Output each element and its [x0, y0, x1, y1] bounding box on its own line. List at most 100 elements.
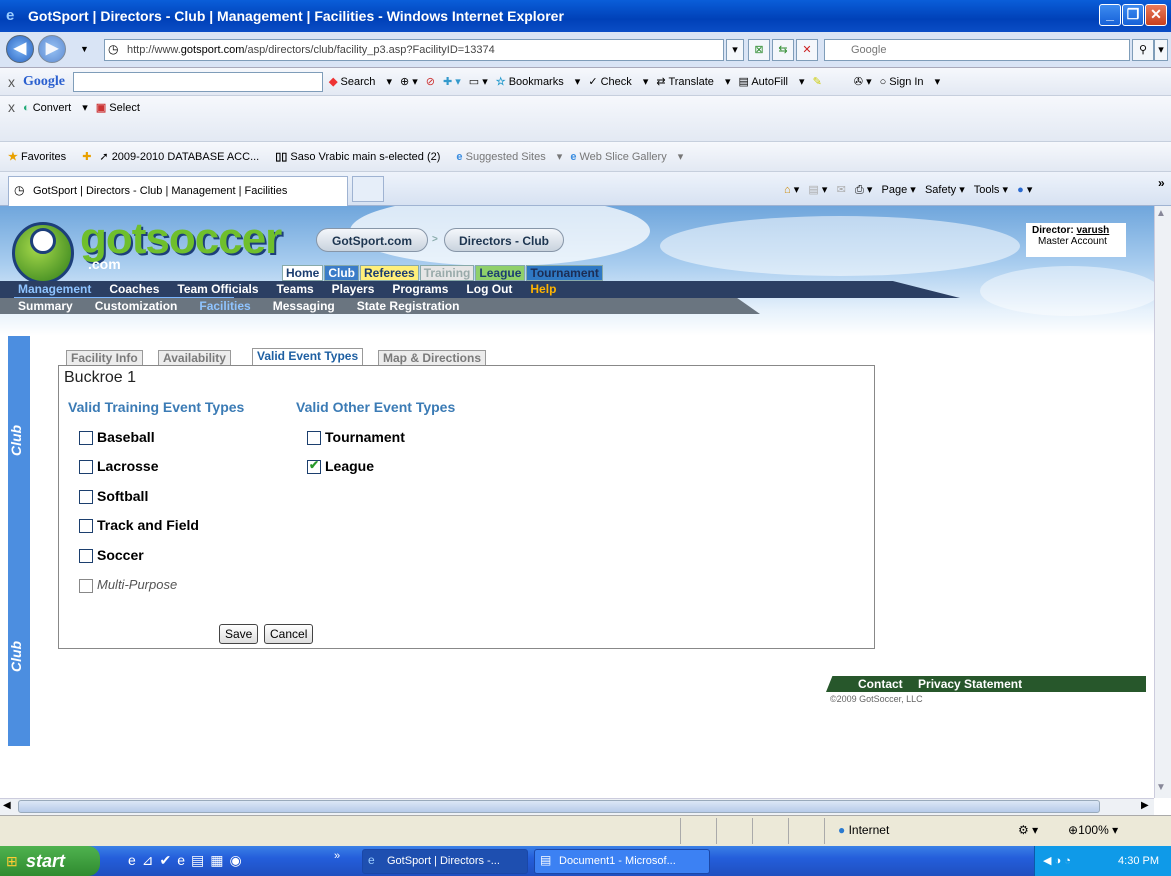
scroll-left-icon[interactable]: ◀	[3, 800, 11, 811]
favorites-button[interactable]: ★ Favorites	[8, 150, 74, 163]
horizontal-scroll-thumb[interactable]	[18, 800, 1100, 813]
window-title-bar[interactable]: e GotSport | Directors - Club | Manageme…	[0, 0, 1171, 32]
tab-facility-info[interactable]: Facility Info	[66, 350, 143, 366]
search-dropdown-icon[interactable]: ▾	[1154, 39, 1168, 61]
history-dropdown-icon[interactable]: ▼	[80, 44, 89, 54]
wrench-icon[interactable]: ✇ ▾	[854, 75, 872, 88]
top-menu-club[interactable]: Club	[324, 265, 360, 281]
close-button[interactable]: ✕	[1145, 4, 1167, 26]
contact-link[interactable]: Contact	[858, 677, 903, 691]
save-button[interactable]: Save	[219, 624, 259, 644]
soccer-checkbox[interactable]	[79, 549, 93, 564]
home-icon[interactable]: ⌂	[784, 184, 791, 196]
tab-map-directions[interactable]: Map & Directions	[378, 350, 487, 366]
stop-icon[interactable]: ✕	[796, 39, 818, 61]
scroll-right-icon[interactable]: ▶	[1141, 800, 1149, 811]
baseball-checkbox[interactable]	[79, 431, 93, 446]
add-favorite-icon[interactable]: ✚	[82, 150, 91, 163]
subnav-state-registration[interactable]: State Registration	[357, 298, 460, 314]
favorite-item-saso[interactable]: ▯▯ Saso Vrabic main s-elected (2)	[275, 150, 448, 163]
favorite-item-webslice[interactable]: e Web Slice Gallery ▾	[570, 150, 683, 163]
autofill-button[interactable]: ▤ AutoFill ▾	[738, 75, 804, 88]
vertical-scrollbar[interactable]	[1154, 206, 1171, 798]
tab-valid-event-types[interactable]: Valid Event Types	[252, 348, 364, 366]
favorite-item-database[interactable]: ➚ 2009-2010 DATABASE ACC...	[99, 150, 267, 163]
nav-logout[interactable]: Log Out	[466, 281, 512, 298]
feeds-icon[interactable]: ▤	[808, 184, 818, 196]
window-icon[interactable]: ▭ ▾	[469, 75, 488, 88]
quick-launch-overflow-icon[interactable]: »	[334, 850, 340, 862]
top-menu-referees[interactable]: Referees	[360, 265, 419, 281]
zoom-control[interactable]: ⊕100% ▾	[1068, 823, 1118, 837]
checkbox-row-soccer[interactable]: Soccer	[79, 547, 144, 564]
select-button[interactable]: ▣ Select	[96, 101, 148, 114]
search-input[interactable]: Google	[824, 39, 1130, 61]
minimize-button[interactable]: _	[1099, 4, 1121, 26]
compat-view-icon[interactable]: ⊠	[748, 39, 770, 61]
address-input[interactable]: http://www.gotsport.com/asp/directors/cl…	[104, 39, 724, 61]
tournament-checkbox[interactable]	[307, 431, 321, 446]
subnav-summary[interactable]: Summary	[18, 298, 73, 314]
top-menu-training[interactable]: Training	[419, 265, 475, 281]
breadcrumb-directors-club[interactable]: Directors - Club	[444, 228, 564, 252]
maximize-button[interactable]: ❐	[1122, 4, 1144, 26]
help-icon[interactable]: ●	[1017, 184, 1024, 196]
quick-launch-icons[interactable]: e⊿✔e▤▦◉	[128, 852, 248, 869]
popup-icon[interactable]: ⊘	[426, 75, 435, 88]
page-menu[interactable]: Page ▾	[882, 184, 916, 196]
nav-programs[interactable]: Programs	[392, 281, 448, 298]
print-icon[interactable]: ⎙	[855, 184, 864, 196]
refresh-icon[interactable]: ⇆	[772, 39, 794, 61]
convert-button[interactable]: ◐ Convert ▾	[23, 101, 88, 114]
director-name-link[interactable]: varush	[1076, 225, 1109, 236]
league-checkbox[interactable]	[307, 458, 321, 475]
scroll-down-icon[interactable]: ▼	[1156, 782, 1166, 793]
subnav-messaging[interactable]: Messaging	[273, 298, 335, 314]
checkbox-row-softball[interactable]: Softball	[79, 488, 148, 505]
checkbox-row-league[interactable]: League	[307, 458, 374, 475]
nav-teams[interactable]: Teams	[277, 281, 314, 298]
add-icon[interactable]: ✚ ▾	[443, 75, 461, 88]
signin-button[interactable]: ○ Sign In ▾	[880, 75, 941, 88]
google-search-input[interactable]	[73, 71, 323, 92]
tray-icons[interactable]: ◀ ◑ ◔	[1035, 846, 1071, 876]
nav-team-officials[interactable]: Team Officials	[177, 281, 258, 298]
cancel-button[interactable]: Cancel	[264, 624, 314, 644]
multi-purpose-checkbox[interactable]	[79, 578, 93, 593]
bookmarks-button[interactable]: ☆ Bookmarks ▾	[496, 75, 581, 88]
scroll-up-icon[interactable]: ▲	[1156, 208, 1166, 219]
subnav-facilities[interactable]: Facilities	[199, 298, 250, 314]
address-dropdown-icon[interactable]: ▾	[726, 39, 744, 61]
protected-mode-icon[interactable]: ⚙ ▾	[1018, 823, 1038, 837]
top-menu-tournament[interactable]: Tournament	[526, 265, 603, 281]
tools-menu[interactable]: Tools ▾	[974, 184, 1008, 196]
checkbox-row-multi-purpose[interactable]: Multi-Purpose	[79, 577, 177, 593]
toolbar-overflow-icon[interactable]: »	[1158, 176, 1165, 190]
security-zone[interactable]: ● Internet	[838, 823, 889, 837]
task-word-document[interactable]: Document1 - Microsof...	[534, 849, 710, 874]
search-icon[interactable]: ⚲	[1132, 39, 1154, 61]
close-toolbar-icon[interactable]: x	[8, 74, 15, 90]
back-button[interactable]: ◀	[6, 35, 34, 63]
privacy-link[interactable]: Privacy Statement	[918, 677, 1022, 691]
nav-coaches[interactable]: Coaches	[109, 281, 159, 298]
tab-availability[interactable]: Availability	[158, 350, 231, 366]
breadcrumb-gotsport[interactable]: GotSport.com	[316, 228, 428, 252]
track-field-checkbox[interactable]	[79, 519, 93, 534]
google-search-button[interactable]: ◆ Search ▾	[329, 75, 392, 88]
checkbox-row-lacrosse[interactable]: Lacrosse	[79, 458, 158, 475]
translate-button[interactable]: ⇄ Translate ▾	[656, 75, 730, 88]
top-menu-home[interactable]: Home	[282, 265, 324, 281]
softball-checkbox[interactable]	[79, 490, 93, 505]
share-icon[interactable]: ⊕ ▾	[400, 75, 418, 88]
close-convert-toolbar-icon[interactable]: x	[8, 99, 15, 115]
checkbox-row-tournament[interactable]: Tournament	[307, 429, 405, 446]
subnav-customization[interactable]: Customization	[95, 298, 178, 314]
nav-management[interactable]: Management	[18, 281, 91, 298]
lacrosse-checkbox[interactable]	[79, 460, 93, 475]
favorite-item-suggested[interactable]: e Suggested Sites ▾	[456, 150, 562, 163]
checkbox-row-track-field[interactable]: Track and Field	[79, 517, 199, 534]
safety-menu[interactable]: Safety ▾	[925, 184, 965, 196]
nav-help[interactable]: Help	[530, 281, 556, 298]
highlight-icon[interactable]: ✎	[813, 75, 822, 88]
